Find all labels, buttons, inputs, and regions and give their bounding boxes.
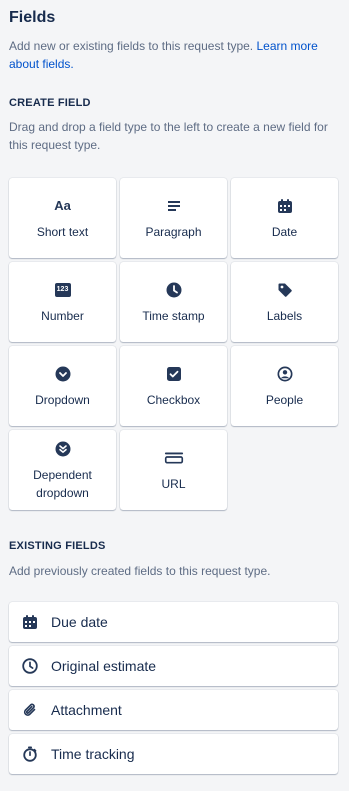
- existing-field-time-tracking[interactable]: Time tracking: [9, 734, 338, 774]
- double-chevron-circle-icon: [53, 439, 73, 459]
- chevron-circle-icon: [53, 364, 73, 384]
- checkbox-icon: [164, 364, 184, 384]
- field-type-label: Date: [271, 224, 298, 239]
- short-text-icon: Aa: [54, 198, 71, 213]
- url-icon: [164, 448, 184, 468]
- field-type-label: Time stamp: [142, 308, 205, 323]
- fields-panel: Fields Add new or existing fields to thi…: [0, 0, 349, 791]
- existing-field-label: Due date: [51, 614, 108, 630]
- existing-field-label: Time tracking: [51, 746, 135, 762]
- field-type-label: Number: [41, 308, 84, 323]
- existing-field-original-estimate[interactable]: Original estimate: [9, 646, 338, 686]
- field-type-dependent-dropdown[interactable]: Dependent dropdown: [9, 430, 116, 510]
- field-type-time-stamp[interactable]: Time stamp: [120, 262, 227, 342]
- field-type-labels[interactable]: Labels: [231, 262, 338, 342]
- field-type-checkbox[interactable]: Checkbox: [120, 346, 227, 426]
- field-type-label: URL: [161, 476, 186, 491]
- person-circle-icon: [275, 364, 295, 384]
- panel-title: Fields: [9, 9, 56, 26]
- tag-icon: [275, 280, 295, 300]
- field-type-label: Checkbox: [146, 392, 201, 407]
- field-type-dropdown[interactable]: Dropdown: [9, 346, 116, 426]
- field-type-label: Paragraph: [145, 224, 202, 239]
- field-type-people[interactable]: People: [231, 346, 338, 426]
- paperclip-icon: [21, 701, 39, 719]
- existing-field-label: Original estimate: [51, 658, 157, 674]
- existing-field-label: Attachment: [51, 702, 122, 718]
- calendar-icon: [275, 196, 295, 216]
- field-type-label: People: [265, 392, 304, 407]
- existing-fields-heading: EXISTING FIELDS: [9, 540, 106, 552]
- field-type-date[interactable]: Date: [231, 178, 338, 258]
- existing-fields-description: Add previously created fields to this re…: [9, 564, 271, 578]
- panel-description-text: Add new or existing fields to this reque…: [9, 39, 254, 53]
- paragraph-icon: [164, 196, 184, 216]
- calendar-icon: [21, 613, 39, 631]
- field-type-number[interactable]: 123 Number: [9, 262, 116, 342]
- clock-icon: [164, 280, 184, 300]
- create-field-heading: CREATE FIELD: [9, 97, 91, 109]
- field-type-label: Labels: [266, 308, 303, 323]
- field-type-label: Short text: [36, 224, 89, 239]
- panel-description: Add new or existing fields to this reque…: [9, 37, 339, 73]
- field-type-label: Dropdown: [35, 392, 90, 407]
- field-type-short-text[interactable]: Aa Short text: [9, 178, 116, 258]
- field-type-label: Dependent dropdown: [33, 467, 92, 500]
- clock-icon: [21, 657, 39, 675]
- number-icon: 123: [53, 280, 73, 300]
- stopwatch-icon: [21, 745, 39, 763]
- existing-field-attachment[interactable]: Attachment: [9, 690, 338, 730]
- existing-field-due-date[interactable]: Due date: [9, 602, 338, 642]
- create-field-description: Drag and drop a field type to the left t…: [9, 120, 328, 152]
- field-type-url[interactable]: URL: [120, 430, 227, 510]
- field-type-paragraph[interactable]: Paragraph: [120, 178, 227, 258]
